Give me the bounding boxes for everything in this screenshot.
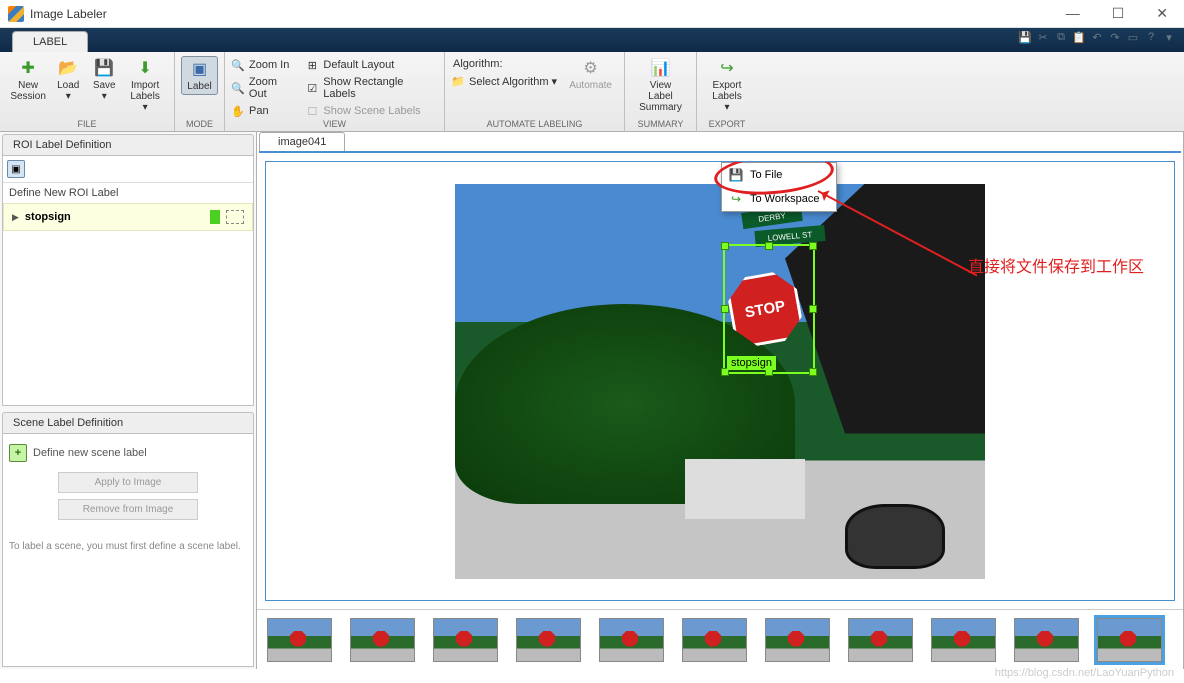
group-label-automate: AUTOMATE LABELING [445, 119, 624, 129]
tab-bar: LABEL 💾 ✂ ⧉ 📋 ↶ ↷ ▭ ? ▾ [0, 28, 1184, 52]
thumbnail[interactable] [931, 618, 996, 662]
thumbnail[interactable] [848, 618, 913, 662]
default-layout-button[interactable]: ⊞Default Layout [305, 56, 438, 74]
apply-to-image-button: Apply to Image [58, 472, 198, 493]
add-roi-button[interactable]: ▣ [7, 160, 25, 178]
scene-panel-body: + Define new scene label Apply to Image … [2, 434, 254, 667]
image-frame[interactable]: DERBY LOWELL ST STOP stopsign 💾To File ↪… [265, 161, 1175, 601]
roi-rectangle[interactable]: stopsign [723, 244, 815, 374]
define-scene-label: Define new scene label [33, 447, 147, 459]
disk-icon: 💾 [728, 167, 744, 183]
copy-icon[interactable]: ⧉ [1054, 31, 1068, 45]
group-label-summary: SUMMARY [625, 119, 696, 129]
ribbon-group-export: ↪Export Labels ▾ EXPORT [697, 52, 757, 131]
remove-from-image-button: Remove from Image [58, 499, 198, 520]
zoom-out-button[interactable]: 🔍Zoom Out [231, 74, 297, 102]
ribbon-group-automate: Algorithm: 📁Select Algorithm ▾ ⚙Automate… [445, 52, 625, 131]
save-icon[interactable]: 💾 [1018, 31, 1032, 45]
undo-icon[interactable]: ↶ [1090, 31, 1104, 45]
roi-tag: stopsign [727, 356, 776, 370]
minimize-button[interactable]: — [1058, 3, 1088, 24]
cut-icon[interactable]: ✂ [1036, 31, 1050, 45]
expand-icon: ▶ [12, 212, 19, 223]
thumbnail[interactable] [516, 618, 581, 662]
scene-help-text: To label a scene, you must first define … [9, 540, 247, 553]
annotation-text: 直接将文件保存到工作区 [968, 257, 1168, 279]
watermark: https://blog.csdn.net/LaoYuanPython [995, 667, 1174, 679]
roi-panel-header: ROI Label Definition [2, 134, 254, 156]
add-scene-icon[interactable]: + [9, 444, 27, 462]
titlebar: Image Labeler — ☐ ✕ [0, 0, 1184, 28]
image-content: DERBY LOWELL ST STOP stopsign [455, 184, 985, 579]
automate-button[interactable]: ⚙Automate [563, 56, 618, 93]
thumbnail[interactable] [350, 618, 415, 662]
ribbon-group-mode: ▣Label MODE [175, 52, 225, 131]
thumbnail-selected[interactable] [1097, 618, 1162, 662]
thumbnail[interactable] [267, 618, 332, 662]
group-label-view: VIEW [225, 119, 444, 129]
maximize-button[interactable]: ☐ [1104, 3, 1133, 24]
redo-icon[interactable]: ↷ [1108, 31, 1122, 45]
paste-icon[interactable]: 📋 [1072, 31, 1086, 45]
left-panel: ROI Label Definition ▣ Define New ROI La… [0, 132, 257, 669]
matlab-logo-icon [8, 6, 24, 22]
tab-label[interactable]: LABEL [12, 31, 88, 52]
collapse-icon[interactable]: ▾ [1162, 31, 1176, 45]
show-scene-checkbox[interactable]: ☐Show Scene Labels [305, 102, 438, 120]
main-area: ROI Label Definition ▣ Define New ROI La… [0, 132, 1184, 669]
window-controls: — ☐ ✕ [1058, 3, 1176, 24]
load-button[interactable]: 📂Load ▾ [50, 56, 86, 104]
label-mode-button[interactable]: ▣Label [181, 56, 218, 95]
quick-access-toolbar: 💾 ✂ ⧉ 📋 ↶ ↷ ▭ ? ▾ [1018, 31, 1176, 45]
group-label-export: EXPORT [697, 119, 757, 129]
pan-button[interactable]: ✋Pan [231, 102, 297, 120]
group-label-file: FILE [0, 119, 174, 129]
ribbon-group-view: 🔍Zoom In 🔍Zoom Out ✋Pan ⊞Default Layout … [225, 52, 445, 131]
window-title: Image Labeler [30, 7, 107, 21]
color-swatch [210, 210, 220, 224]
ribbon: ✚New Session 📂Load ▾ 💾Save ▾ ⬇Import Lab… [0, 52, 1184, 132]
help-icon[interactable]: ? [1144, 31, 1158, 45]
ribbon-group-file: ✚New Session 📂Load ▾ 💾Save ▾ ⬇Import Lab… [0, 52, 175, 131]
export-labels-button[interactable]: ↪Export Labels ▾ [703, 56, 751, 115]
view-summary-button[interactable]: 📊View Label Summary [631, 56, 690, 115]
thumbnail-strip [257, 609, 1183, 669]
workspace-icon: ↪ [728, 191, 744, 207]
ribbon-group-summary: 📊View Label Summary SUMMARY [625, 52, 697, 131]
thumbnail[interactable] [682, 618, 747, 662]
layout-icon[interactable]: ▭ [1126, 31, 1140, 45]
save-button[interactable]: 💾Save ▾ [86, 56, 122, 104]
canvas-area: image041 DERBY LOWELL ST STOP stopsign [257, 132, 1184, 669]
mirror [845, 504, 945, 569]
roi-label-name: stopsign [25, 211, 71, 223]
select-algorithm-dropdown[interactable]: 📁Select Algorithm ▾ [451, 72, 557, 90]
scene-panel-header: Scene Label Definition [2, 412, 254, 434]
define-scene-row[interactable]: + Define new scene label [9, 440, 247, 466]
export-to-file-item[interactable]: 💾To File [722, 163, 836, 187]
close-button[interactable]: ✕ [1148, 3, 1176, 24]
rect-icon [226, 210, 244, 224]
image-tab-bar: image041 [259, 132, 1181, 153]
zoom-in-button[interactable]: 🔍Zoom In [231, 56, 297, 74]
algorithm-label: Algorithm: [451, 56, 557, 72]
roi-toolbar: ▣ [3, 156, 253, 183]
image-tab[interactable]: image041 [259, 132, 345, 151]
thumbnail[interactable] [1014, 618, 1079, 662]
roi-label-item[interactable]: ▶ stopsign [3, 203, 253, 231]
thumbnail[interactable] [765, 618, 830, 662]
thumbnail[interactable] [599, 618, 664, 662]
new-session-button[interactable]: ✚New Session [6, 56, 50, 104]
house-region [685, 459, 805, 519]
thumbnail[interactable] [433, 618, 498, 662]
define-roi-label: Define New ROI Label [3, 183, 253, 203]
show-rect-checkbox[interactable]: ☑Show Rectangle Labels [305, 74, 438, 102]
import-labels-button[interactable]: ⬇Import Labels ▾ [122, 56, 168, 115]
group-label-mode: MODE [175, 119, 224, 129]
roi-panel-body: ▣ Define New ROI Label ▶ stopsign [2, 156, 254, 406]
